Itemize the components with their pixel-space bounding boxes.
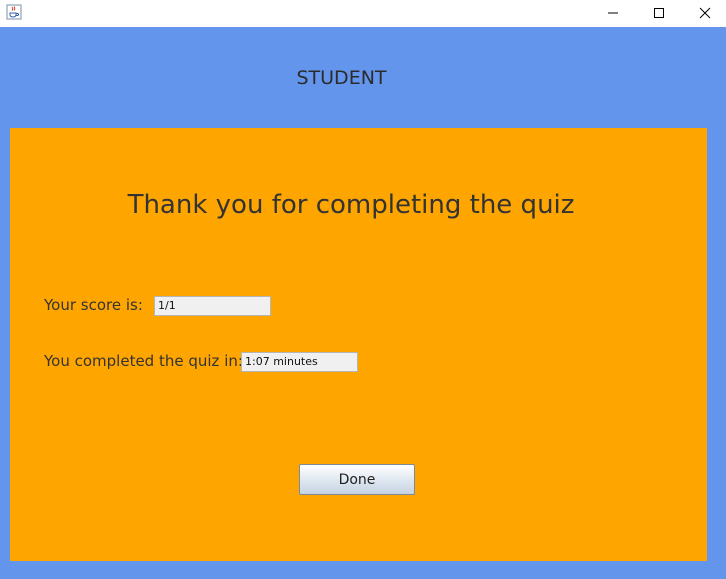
minimize-button[interactable]: [590, 0, 636, 27]
results-panel: Thank you for completing the quiz Your s…: [10, 128, 707, 561]
close-icon: [699, 4, 711, 23]
content-area: STUDENT Thank you for completing the qui…: [0, 27, 726, 579]
done-button[interactable]: Done: [299, 464, 415, 495]
maximize-button[interactable]: [636, 0, 682, 27]
time-label: You completed the quiz in:: [44, 352, 243, 370]
score-label: Your score is:: [44, 296, 143, 314]
close-button[interactable]: [682, 0, 726, 27]
minimize-icon: [607, 4, 619, 23]
app-window: STUDENT Thank you for completing the qui…: [0, 0, 726, 579]
maximize-icon: [653, 4, 665, 23]
java-cup-icon: [6, 4, 22, 20]
title-bar[interactable]: [0, 0, 726, 27]
score-field[interactable]: 1/1: [154, 296, 271, 316]
role-title: STUDENT: [296, 67, 387, 89]
completion-heading: Thank you for completing the quiz: [127, 190, 575, 220]
time-field[interactable]: 1:07 minutes: [241, 352, 358, 372]
